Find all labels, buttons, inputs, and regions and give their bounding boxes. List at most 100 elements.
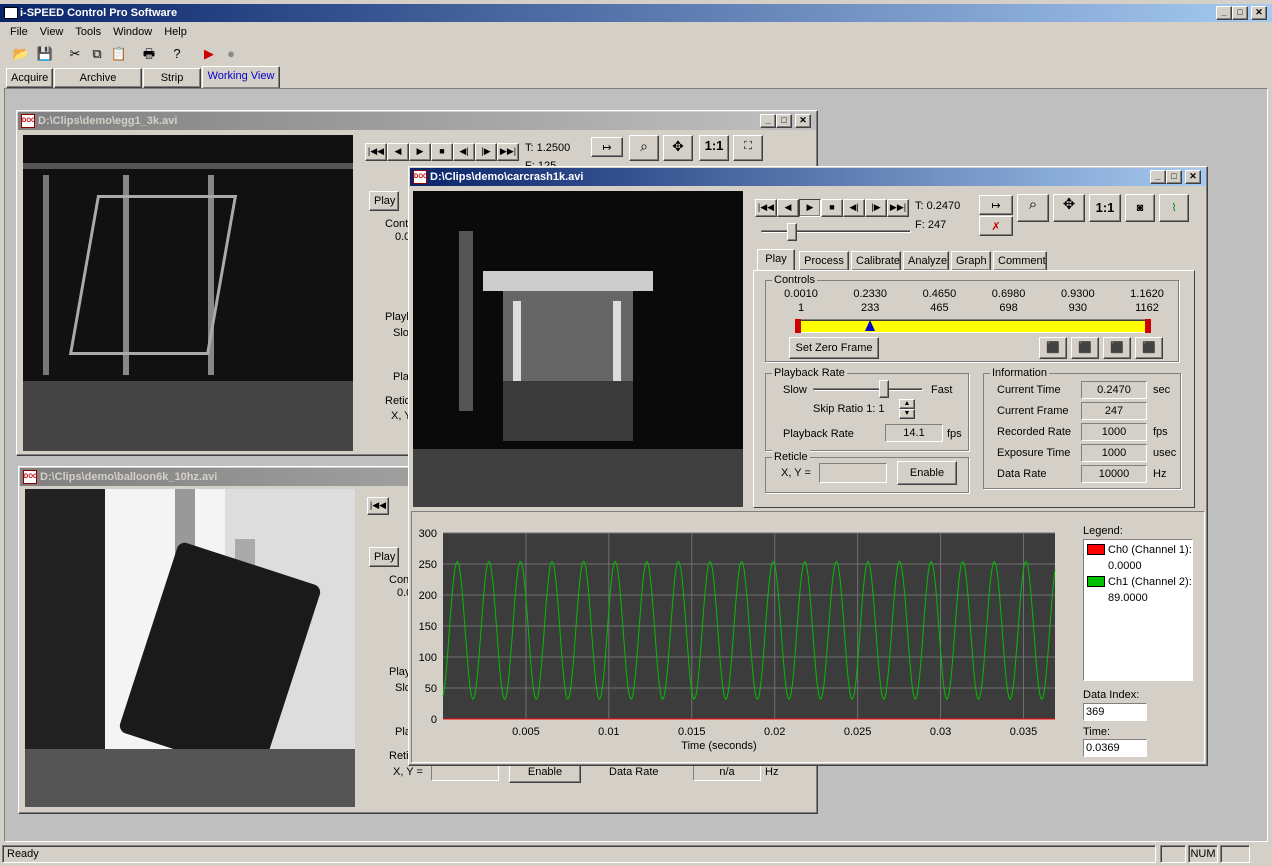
car-reticle-label: Reticle [772,450,810,464]
paste-icon[interactable]: 📋 [108,44,130,66]
car-pan-icon[interactable]: ✥ [1053,194,1085,222]
car-rate-slider-track[interactable] [813,388,923,391]
legend-ch0-swatch [1087,544,1105,555]
y-tick-label: 0 [431,714,437,726]
skip-down-icon[interactable]: ▼ [899,409,915,419]
tab-archive-browser[interactable]: Archive Browser [54,68,142,102]
maximize-button[interactable]: □ [1232,6,1248,20]
save-icon[interactable]: 💾 [34,44,56,66]
legend-ch0-value: 0.0000 [1108,560,1142,572]
x-tick-label: 0.01 [598,726,619,738]
egg-pan-icon[interactable]: ✥ [663,135,693,161]
set-zero-frame-button[interactable]: Set Zero Frame [789,337,879,359]
egg-next-mark-button[interactable]: |▶ [475,143,497,161]
car-enable-button[interactable]: Enable [897,461,957,485]
mark-end-icon[interactable]: ⬛ [1135,337,1163,359]
egg-maximize-button[interactable]: □ [776,114,792,128]
car-next-mark-button[interactable]: |▶ [865,199,887,217]
help-icon[interactable]: ? [166,44,188,66]
mark-start-icon[interactable]: ⬛ [1039,337,1067,359]
car-play-button[interactable]: ▶ [799,199,821,217]
car-line-chart[interactable]: 0 50 100 150 200 250 300 0.005 0.01 0.015 0.02 0.02… [411,513,1071,761]
y-tick-label: 100 [419,652,437,664]
record-icon[interactable]: ● [220,44,242,66]
minimize-button[interactable]: _ [1216,6,1232,20]
carcrash-window[interactable]: DOC D:\Clips\demo\carcrash1k.avi _ □ ✕ |… [408,166,1208,766]
close-button[interactable]: ✕ [1251,6,1267,20]
car-tab-graph[interactable]: Graph [951,251,991,271]
car-close-button[interactable]: ✕ [1185,170,1201,184]
goto-end-icon[interactable]: ⬛ [1103,337,1131,359]
car-minimize-button[interactable]: _ [1150,170,1166,184]
car-zoom-icon[interactable]: ⌕ [1017,194,1049,222]
egg-prev-mark-button[interactable]: ◀| [453,143,475,161]
skip-up-icon[interactable]: ▲ [899,399,915,409]
car-tab-calibrate[interactable]: Calibrate [851,251,901,271]
egg-step-back-button[interactable]: ◀ [387,143,409,161]
legend-ch1-label: Ch1 (Channel 2): [1108,576,1192,588]
car-zoom-1to1-button[interactable]: 1:1 [1089,194,1121,222]
car-video-frame[interactable] [413,191,743,507]
copy-icon[interactable]: ⧉ [86,44,108,66]
car-delete-mark-icon[interactable]: ✗ [979,216,1013,236]
menu-file[interactable]: File [4,23,34,41]
goto-start-icon[interactable]: ⬛ [1071,337,1099,359]
egg-range-icon[interactable]: ↦ [591,137,623,157]
menu-window[interactable]: Window [107,23,158,41]
car-tab-comment[interactable]: Comment [993,251,1047,271]
tab-working-view[interactable]: Working View [202,66,280,88]
car-tab-play[interactable]: Play [757,249,795,271]
menu-help[interactable]: Help [158,23,193,41]
menu-view[interactable]: View [34,23,70,41]
tab-strip-view[interactable]: Strip View [143,68,201,102]
egg-zoom-icon[interactable]: ⌕ [629,135,659,161]
egg-first-frame-button[interactable]: |◀◀ [365,143,387,161]
egg-minimize-button[interactable]: _ [760,114,776,128]
car-prev-mark-button[interactable]: ◀| [843,199,865,217]
car-graph-icon[interactable]: ⌇ [1159,194,1189,222]
controls-time-tick: 0.0010 [784,288,818,300]
print-icon[interactable]: 🖶 [138,44,160,66]
x-tick-label: 0.025 [844,726,872,738]
balloon-tab-play[interactable]: Play [369,547,399,567]
time-field[interactable]: 0.0369 [1083,739,1147,757]
egg-fit-icon[interactable]: ⛶ [733,135,763,161]
balloon-controls-label: Con [389,574,410,586]
car-xy-field[interactable] [819,463,887,483]
status-bar: Ready NUM [0,844,1272,864]
car-slow-label: Slow [783,384,807,396]
x-tick-label: 0.02 [764,726,785,738]
open-icon[interactable]: 📂 [10,44,32,66]
egg-stop-button[interactable]: ■ [431,143,453,161]
tab-acquire[interactable]: Acquire [6,68,53,88]
car-first-frame-button[interactable]: |◀◀ [755,199,777,217]
car-range-icon[interactable]: ↦ [979,195,1013,215]
car-maximize-button[interactable]: □ [1166,170,1182,184]
egg-tab-play[interactable]: Play [369,191,399,211]
car-last-frame-button[interactable]: ▶▶| [887,199,909,217]
car-camera-icon[interactable]: ◙ [1125,194,1155,222]
car-timeline-cursor[interactable] [865,320,876,331]
car-timeline-start-marker[interactable] [795,319,801,333]
car-rate-slider-thumb[interactable] [879,380,889,398]
balloon-video-frame[interactable] [25,489,355,807]
car-stop-button[interactable]: ■ [821,199,843,217]
balloon-first-frame-button[interactable]: |◀◀ [367,497,389,515]
car-position-track[interactable] [761,230,911,233]
egg-last-frame-button[interactable]: ▶▶| [497,143,519,161]
car-step-back-button[interactable]: ◀ [777,199,799,217]
car-timeline-end-marker[interactable] [1145,319,1151,333]
egg-play-button[interactable]: ▶ [409,143,431,161]
cut-icon[interactable]: ✂ [64,44,86,66]
car-tab-analyze[interactable]: Analyze [903,251,949,271]
menu-tools[interactable]: Tools [69,23,107,41]
car-position-thumb[interactable] [787,223,797,241]
egg-close-button[interactable]: ✕ [795,114,811,128]
controls-time-tick: 0.6980 [991,288,1026,300]
car-tab-process[interactable]: Process [799,251,849,271]
data-index-field[interactable]: 369 [1083,703,1147,721]
car-timeline-bar[interactable] [799,319,1149,333]
run-icon[interactable]: ▶ [198,44,220,66]
egg-video-frame[interactable] [23,135,353,451]
egg-zoom-1to1-button[interactable]: 1:1 [699,135,729,161]
